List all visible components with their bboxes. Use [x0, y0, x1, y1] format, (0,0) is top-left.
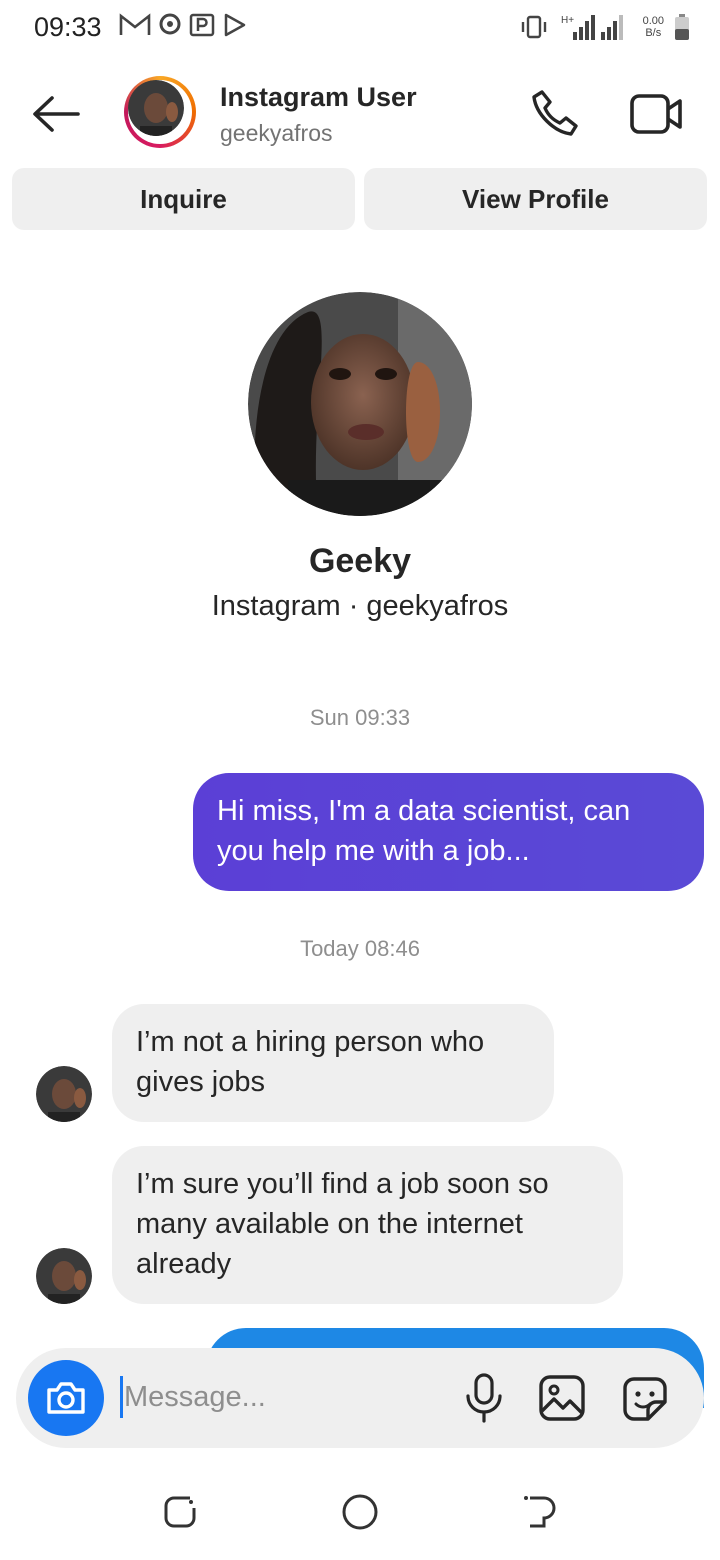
incoming-message[interactable]: I’m not a hiring person who gives jobs — [112, 1004, 554, 1122]
sender-avatar[interactable] — [36, 1248, 92, 1304]
video-call-icon[interactable] — [628, 90, 686, 138]
profile-subtitle: Instagram · geekyafros — [211, 590, 509, 622]
message-input[interactable] — [124, 1374, 444, 1420]
chat-bubble-icon — [159, 13, 181, 35]
notification-icons — [118, 12, 248, 38]
network-type-label: H+ — [561, 15, 574, 26]
sender-avatar[interactable] — [36, 1066, 92, 1122]
view-profile-button[interactable]: View Profile — [364, 168, 707, 230]
phone-call-icon[interactable] — [528, 86, 582, 140]
status-bar: 09:33 H+ 0.00 B/s — [0, 0, 720, 56]
message-timestamp: Sun 09:33 — [309, 705, 411, 730]
chat-header: Instagram User geekyafros — [0, 64, 720, 164]
inquire-button[interactable]: Inquire — [12, 168, 355, 230]
header-username[interactable]: Instagram User — [220, 82, 417, 113]
profile-display-name: Geeky — [308, 542, 412, 580]
network-speed-unit: B/s — [645, 27, 662, 39]
vibrate-icon — [521, 15, 546, 39]
message-timestamp: Today 08:46 — [300, 936, 420, 961]
gallery-icon[interactable] — [538, 1374, 586, 1422]
recent-apps-icon[interactable] — [160, 1492, 200, 1532]
camera-button[interactable] — [28, 1360, 104, 1436]
home-icon[interactable] — [340, 1492, 380, 1532]
header-handle[interactable]: geekyafros — [220, 120, 333, 147]
nav-back-icon[interactable] — [520, 1492, 560, 1532]
profile-photo[interactable] — [248, 292, 472, 516]
header-avatar-photo — [128, 80, 184, 136]
signal-icon: H+ — [561, 15, 623, 40]
network-speed: 0.00 B/s — [643, 15, 664, 39]
network-speed-value: 0.00 — [642, 15, 664, 27]
header-avatar[interactable] — [124, 76, 196, 148]
text-caret — [120, 1376, 123, 1418]
app-p-icon — [189, 13, 215, 37]
camera-icon — [47, 1382, 85, 1414]
status-time: 09:33 — [34, 12, 102, 42]
battery-icon — [675, 14, 689, 40]
message-composer — [16, 1348, 704, 1448]
gmail-icon — [119, 13, 151, 35]
incoming-message[interactable]: I’m sure you’ll find a job soon so many … — [112, 1146, 623, 1304]
play-store-icon — [224, 13, 246, 37]
sticker-icon[interactable] — [620, 1374, 670, 1424]
back-arrow-icon[interactable] — [28, 92, 84, 136]
microphone-icon[interactable] — [462, 1372, 506, 1424]
outgoing-message[interactable]: Hi miss, I'm a data scientist, can you h… — [193, 773, 704, 891]
system-status-icons: H+ 0.00 B/s — [519, 12, 690, 42]
